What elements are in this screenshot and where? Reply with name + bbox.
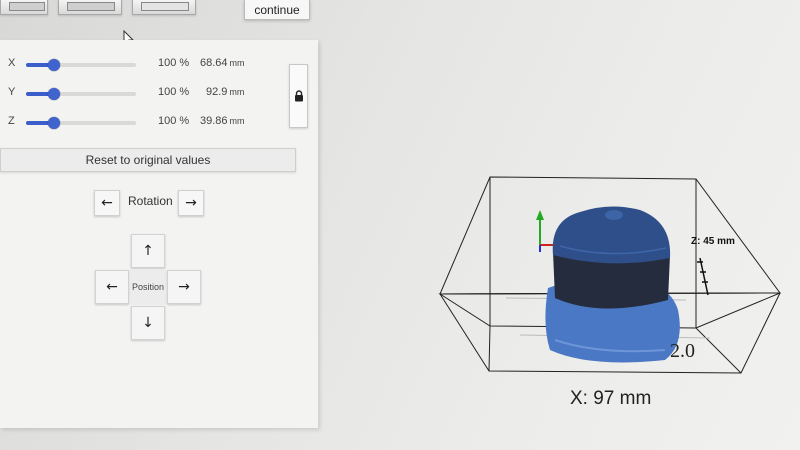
scale-row-x: X 100 % 68.64 mm — [0, 54, 280, 74]
mm-value[interactable]: 68.64 mm — [200, 57, 248, 69]
rotate-left-button[interactable]: ← — [94, 190, 120, 216]
mm-number: 39.86 — [200, 115, 228, 127]
mm-value[interactable]: 92.9 mm — [206, 86, 254, 98]
move-up-button[interactable]: ↑ — [131, 234, 165, 268]
aspect-lock-button[interactable] — [289, 64, 308, 128]
axis-label: Y — [8, 86, 16, 98]
percent-value: 100 % — [158, 57, 190, 69]
z-dimension-label: Z: 45 mm — [691, 236, 735, 247]
scale-slider[interactable] — [26, 59, 136, 71]
scale-row-z: Z 100 % 39.86 mm — [0, 112, 280, 132]
percent-value: 100 % — [158, 115, 190, 127]
scale-row-y: Y 100 % 92.9 mm — [0, 83, 280, 103]
view-front-button[interactable] — [0, 0, 48, 15]
slider-handle[interactable] — [47, 88, 60, 100]
cube-icon — [141, 2, 189, 11]
move-left-button[interactable]: ← — [95, 270, 129, 304]
lock-icon — [294, 90, 303, 102]
cube-icon — [67, 2, 115, 11]
scale-slider[interactable] — [26, 88, 136, 100]
position-label: Position — [130, 269, 166, 305]
x-dimension-label: X: 97 mm — [570, 388, 652, 409]
reset-button[interactable]: Reset to original values — [0, 148, 296, 172]
z-dimension-marker — [697, 257, 709, 296]
3d-viewport[interactable]: 2.0 Z: 45 mm — [400, 150, 800, 390]
scale-slider[interactable] — [26, 117, 136, 129]
view-side-button[interactable] — [58, 0, 122, 15]
cube-icon — [9, 2, 45, 11]
mm-unit: mm — [229, 116, 245, 126]
move-down-button[interactable]: ↓ — [131, 306, 165, 340]
base-text: 2.0 — [670, 340, 695, 362]
mm-unit: mm — [229, 58, 245, 68]
mm-number: 92.9 — [206, 86, 228, 98]
cap-model — [545, 206, 680, 363]
view-top-button[interactable] — [132, 0, 196, 15]
axis-label: X — [8, 57, 16, 69]
percent-value: 100 % — [158, 86, 190, 98]
slider-handle[interactable] — [47, 59, 60, 71]
axis-label: Z — [8, 115, 15, 127]
mm-unit: mm — [229, 87, 245, 97]
rotation-label: Rotation — [128, 194, 173, 208]
mm-value[interactable]: 39.86 mm — [200, 115, 248, 127]
move-right-button[interactable]: → — [167, 270, 201, 304]
slider-handle[interactable] — [47, 117, 60, 129]
continue-button[interactable]: continue — [244, 0, 310, 20]
mm-number: 68.64 — [200, 57, 228, 69]
scale-panel: X 100 % 68.64 mm Y 100 % 92.9 mm Z 100 % 3… — [0, 40, 318, 428]
rotate-right-button[interactable]: → — [178, 190, 204, 216]
